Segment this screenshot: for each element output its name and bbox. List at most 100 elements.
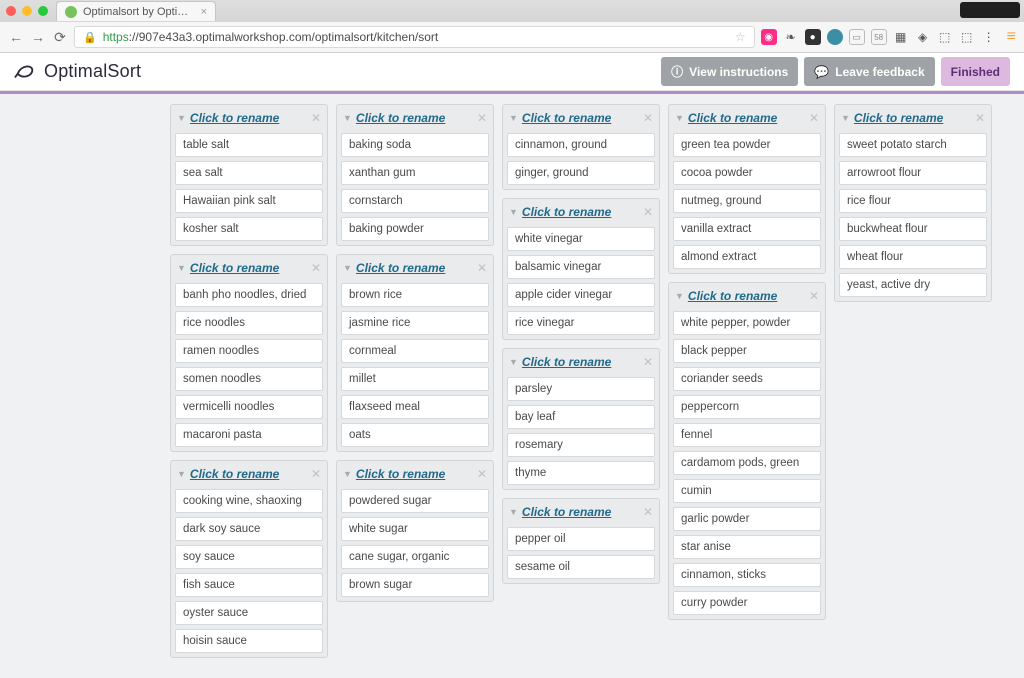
sort-card[interactable]: oyster sauce [175, 601, 323, 625]
collapse-caret-icon[interactable]: ▼ [343, 469, 352, 479]
rename-group-link[interactable]: Click to rename [854, 111, 943, 125]
sort-card[interactable]: vanilla extract [673, 217, 821, 241]
collapse-caret-icon[interactable]: ▼ [343, 263, 352, 273]
sort-card[interactable]: sweet potato starch [839, 133, 987, 157]
browser-tab[interactable]: Optimalsort by Optimal W × [56, 1, 216, 21]
sort-card[interactable]: baking soda [341, 133, 489, 157]
sort-card[interactable]: millet [341, 367, 489, 391]
delete-group-icon[interactable]: ✕ [643, 355, 653, 369]
sort-card[interactable]: rice noodles [175, 311, 323, 335]
sort-card[interactable]: cane sugar, organic [341, 545, 489, 569]
sort-card[interactable]: cooking wine, shaoxing [175, 489, 323, 513]
extension-icon[interactable]: ● [805, 29, 821, 45]
card-group[interactable]: ▼Click to rename✕parsleybay leafrosemary… [502, 348, 660, 490]
extension-icon[interactable]: ▭ [849, 29, 865, 45]
card-group[interactable]: ▼ Click to rename ✕ cooking wine, shaoxing d… [170, 460, 328, 658]
sort-card[interactable]: nutmeg, ground [673, 189, 821, 213]
delete-group-icon[interactable]: ✕ [477, 111, 487, 125]
delete-group-icon[interactable]: ✕ [809, 111, 819, 125]
delete-group-icon[interactable]: ✕ [311, 261, 321, 275]
sort-card[interactable]: macaroni pasta [175, 423, 323, 447]
rename-group-link[interactable]: Click to rename [190, 111, 279, 125]
chrome-menu-icon[interactable]: ≡ [1003, 28, 1016, 46]
sort-card[interactable]: wheat flour [839, 245, 987, 269]
sort-card[interactable]: star anise [673, 535, 821, 559]
sort-card[interactable]: kosher salt [175, 217, 323, 241]
sort-card[interactable]: jasmine rice [341, 311, 489, 335]
close-window-icon[interactable] [6, 6, 16, 16]
sort-card[interactable]: green tea powder [673, 133, 821, 157]
card-group[interactable]: ▼Click to rename✕pepper oilsesame oil [502, 498, 660, 584]
sort-card[interactable]: pepper oil [507, 527, 655, 551]
sort-card[interactable]: cornmeal [341, 339, 489, 363]
view-instructions-button[interactable]: ⓘ View instructions [661, 57, 798, 86]
rename-group-link[interactable]: Click to rename [688, 289, 777, 303]
collapse-caret-icon[interactable]: ▼ [177, 263, 186, 273]
card-group[interactable]: ▼Click to rename✕white pepper, powderbla… [668, 282, 826, 620]
tab-close-icon[interactable]: × [201, 6, 207, 18]
collapse-caret-icon[interactable]: ▼ [841, 113, 850, 123]
sort-card[interactable]: Hawaiian pink salt [175, 189, 323, 213]
collapse-caret-icon[interactable]: ▼ [509, 507, 518, 517]
collapse-caret-icon[interactable]: ▼ [343, 113, 352, 123]
sort-card[interactable]: cocoa powder [673, 161, 821, 185]
extension-icon[interactable]: ◉ [761, 29, 777, 45]
sort-card[interactable]: cornstarch [341, 189, 489, 213]
sort-card[interactable]: powdered sugar [341, 489, 489, 513]
sort-card[interactable]: brown rice [341, 283, 489, 307]
sort-card[interactable]: parsley [507, 377, 655, 401]
extension-icon[interactable]: ⋮ [981, 29, 997, 45]
sort-card[interactable]: bay leaf [507, 405, 655, 429]
collapse-caret-icon[interactable]: ▼ [675, 113, 684, 123]
sort-card[interactable]: rice flour [839, 189, 987, 213]
sort-card[interactable]: white pepper, powder [673, 311, 821, 335]
card-group[interactable]: ▼Click to rename✕banh pho noodles, dried… [170, 254, 328, 452]
sort-card[interactable]: soy sauce [175, 545, 323, 569]
extension-icon[interactable]: 58 [871, 29, 887, 45]
delete-group-icon[interactable]: ✕ [311, 467, 321, 481]
rename-group-link[interactable]: Click to rename [522, 111, 611, 125]
sort-card[interactable]: fennel [673, 423, 821, 447]
delete-group-icon[interactable]: ✕ [311, 111, 321, 125]
sort-card[interactable]: white sugar [341, 517, 489, 541]
sort-card[interactable]: vermicelli noodles [175, 395, 323, 419]
delete-group-icon[interactable]: ✕ [809, 289, 819, 303]
extension-icon[interactable]: ❧ [783, 29, 799, 45]
sort-card[interactable]: dark soy sauce [175, 517, 323, 541]
card-group[interactable]: ▼Click to rename✕white vinegarbalsamic v… [502, 198, 660, 340]
sort-card[interactable]: rosemary [507, 433, 655, 457]
sort-card[interactable]: thyme [507, 461, 655, 485]
card-group[interactable]: ▼Click to rename✕brown ricejasmine ricec… [336, 254, 494, 452]
sort-card[interactable]: yeast, active dry [839, 273, 987, 297]
rename-group-link[interactable]: Click to rename [688, 111, 777, 125]
address-bar[interactable]: 🔒 https://907e43a3.optimalworkshop.com/o… [74, 26, 755, 48]
sort-card[interactable]: buckwheat flour [839, 217, 987, 241]
rename-group-link[interactable]: Click to rename [356, 467, 445, 481]
sort-card[interactable]: coriander seeds [673, 367, 821, 391]
sort-card[interactable]: arrowroot flour [839, 161, 987, 185]
card-group[interactable]: ▼ Click to rename ✕ green tea powder cocoa p… [668, 104, 826, 274]
sort-card[interactable]: fish sauce [175, 573, 323, 597]
sort-card[interactable]: cumin [673, 479, 821, 503]
rename-group-link[interactable]: Click to rename [522, 355, 611, 369]
delete-group-icon[interactable]: ✕ [643, 111, 653, 125]
delete-group-icon[interactable]: ✕ [643, 205, 653, 219]
collapse-caret-icon[interactable]: ▼ [177, 469, 186, 479]
sort-card[interactable]: table salt [175, 133, 323, 157]
sort-card[interactable]: almond extract [673, 245, 821, 269]
sort-card[interactable]: xanthan gum [341, 161, 489, 185]
maximize-window-icon[interactable] [38, 6, 48, 16]
delete-group-icon[interactable]: ✕ [643, 505, 653, 519]
extension-icon[interactable] [827, 29, 843, 45]
rename-group-link[interactable]: Click to rename [190, 467, 279, 481]
minimize-window-icon[interactable] [22, 6, 32, 16]
reload-button[interactable]: ⟳ [52, 29, 68, 46]
forward-button[interactable]: → [30, 29, 46, 45]
sort-card[interactable]: cinnamon, ground [507, 133, 655, 157]
collapse-caret-icon[interactable]: ▼ [177, 113, 186, 123]
delete-group-icon[interactable]: ✕ [477, 467, 487, 481]
sort-card[interactable]: garlic powder [673, 507, 821, 531]
sort-card[interactable]: apple cider vinegar [507, 283, 655, 307]
card-group[interactable]: ▼ Click to rename ✕ baking soda xanthan gum c… [336, 104, 494, 246]
rename-group-link[interactable]: Click to rename [356, 111, 445, 125]
